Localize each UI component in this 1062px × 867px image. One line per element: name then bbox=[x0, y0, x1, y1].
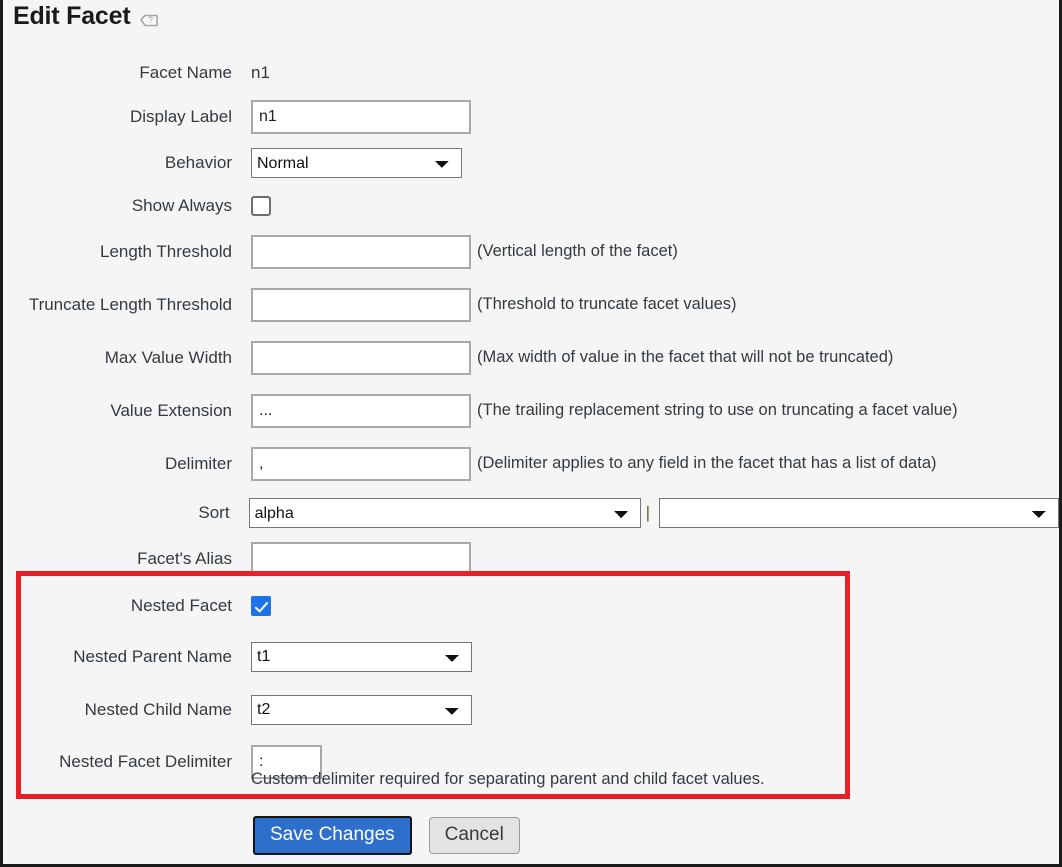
show-always-label: Show Always bbox=[131, 195, 232, 215]
display-label-label: Display Label bbox=[129, 107, 232, 126]
help-tag-icon[interactable]: ? bbox=[140, 11, 159, 28]
sort-separator: | bbox=[645, 503, 650, 522]
row-facet-name: Facet Name n1 bbox=[3, 52, 1059, 94]
nested-facet-checkbox[interactable] bbox=[251, 595, 271, 616]
row-truncate-length-threshold: Truncate Length Threshold (Threshold to … bbox=[3, 278, 1059, 331]
length-threshold-hint: (Vertical length of the facet) bbox=[477, 242, 678, 260]
delimiter-field: (Delimiter applies to any field in the f… bbox=[251, 446, 937, 481]
value-extension-field: (The trailing replacement string to use … bbox=[251, 393, 958, 428]
nested-child-name-field: t2 bbox=[251, 694, 472, 725]
display-label-field bbox=[251, 100, 471, 134]
row-nested-facet: Nested Facet bbox=[3, 581, 1059, 630]
nested-facet-label: Nested Facet bbox=[130, 595, 232, 615]
display-label-input[interactable] bbox=[251, 100, 471, 134]
max-value-width-field: (Max width of value in the facet that wi… bbox=[251, 340, 894, 375]
row-value-extension: Value Extension (The trailing replacemen… bbox=[3, 384, 1059, 437]
max-value-width-hint: (Max width of value in the facet that wi… bbox=[477, 348, 894, 366]
max-value-width-input[interactable] bbox=[251, 340, 471, 375]
row-length-threshold: Length Threshold (Vertical length of the… bbox=[3, 225, 1059, 278]
row-nested-child-name: Nested Child Name t2 bbox=[3, 683, 1059, 736]
sort-secondary-select[interactable] bbox=[659, 498, 1059, 528]
nested-parent-name-label: Nested Parent Name bbox=[73, 646, 232, 666]
value-extension-label: Value Extension bbox=[110, 400, 232, 420]
delimiter-label: Delimiter bbox=[164, 453, 232, 473]
length-threshold-field: (Vertical length of the facet) bbox=[251, 234, 678, 269]
facets-alias-input[interactable] bbox=[251, 541, 471, 576]
cancel-button[interactable]: Cancel bbox=[428, 817, 520, 854]
nested-child-name-label: Nested Child Name bbox=[84, 699, 232, 719]
row-max-value-width: Max Value Width (Max width of value in t… bbox=[3, 331, 1059, 384]
delimiter-hint: (Delimiter applies to any field in the f… bbox=[477, 454, 937, 472]
page-title: Edit Facet bbox=[13, 2, 131, 30]
show-always-field bbox=[251, 195, 271, 216]
edit-facet-page: Edit Facet ? Facet Name n1 Display Label… bbox=[0, 0, 1062, 867]
nested-facet-delimiter-label: Nested Facet Delimiter bbox=[59, 752, 232, 771]
behavior-label: Behavior bbox=[164, 153, 232, 172]
nested-parent-name-select[interactable]: t1 bbox=[251, 641, 472, 672]
nested-parent-name-field: t1 bbox=[251, 641, 472, 672]
row-nested-parent-name: Nested Parent Name t1 bbox=[3, 630, 1059, 683]
show-always-checkbox[interactable] bbox=[251, 195, 271, 216]
nested-facet-field bbox=[251, 595, 271, 616]
svg-text:?: ? bbox=[148, 15, 153, 25]
facet-name-label: Facet Name bbox=[139, 63, 232, 82]
delimiter-input[interactable] bbox=[251, 446, 471, 481]
edit-facet-form: Facet Name n1 Display Label Behavior Nor… bbox=[3, 52, 1059, 788]
facet-name-field: n1 bbox=[251, 63, 270, 83]
row-behavior: Behavior Normal bbox=[3, 140, 1059, 186]
page-header: Edit Facet ? bbox=[13, 2, 159, 31]
truncate-length-threshold-hint: (Threshold to truncate facet values) bbox=[477, 295, 737, 313]
row-delimiter: Delimiter (Delimiter applies to any fiel… bbox=[3, 437, 1059, 490]
value-extension-input[interactable] bbox=[251, 393, 471, 428]
truncate-length-threshold-field: (Threshold to truncate facet values) bbox=[251, 287, 737, 322]
length-threshold-input[interactable] bbox=[251, 234, 471, 269]
facet-name-value: n1 bbox=[251, 63, 270, 82]
max-value-width-label: Max Value Width bbox=[104, 347, 232, 367]
row-sort: Sort alpha | bbox=[3, 490, 1059, 536]
sort-field: alpha | bbox=[248, 498, 1059, 528]
row-facets-alias: Facet's Alias bbox=[3, 536, 1059, 581]
sort-label: Sort bbox=[198, 503, 230, 522]
facets-alias-field bbox=[251, 541, 471, 576]
row-display-label: Display Label bbox=[3, 94, 1059, 140]
form-actions: Save Changes Cancel bbox=[253, 816, 520, 855]
length-threshold-label: Length Threshold bbox=[99, 241, 232, 261]
behavior-select[interactable]: Normal bbox=[251, 148, 462, 178]
sort-primary-select[interactable]: alpha bbox=[248, 498, 641, 528]
behavior-field: Normal bbox=[251, 148, 462, 178]
nested-facet-delimiter-note: Custom delimiter required for separating… bbox=[251, 770, 765, 788]
nested-child-name-select[interactable]: t2 bbox=[251, 694, 472, 725]
facets-alias-label: Facet's Alias bbox=[137, 548, 232, 568]
truncate-length-threshold-label: Truncate Length Threshold bbox=[28, 294, 232, 314]
value-extension-hint: (The trailing replacement string to use … bbox=[477, 401, 958, 419]
truncate-length-threshold-input[interactable] bbox=[251, 287, 471, 322]
row-show-always: Show Always bbox=[3, 186, 1059, 225]
save-changes-button[interactable]: Save Changes bbox=[253, 816, 412, 855]
